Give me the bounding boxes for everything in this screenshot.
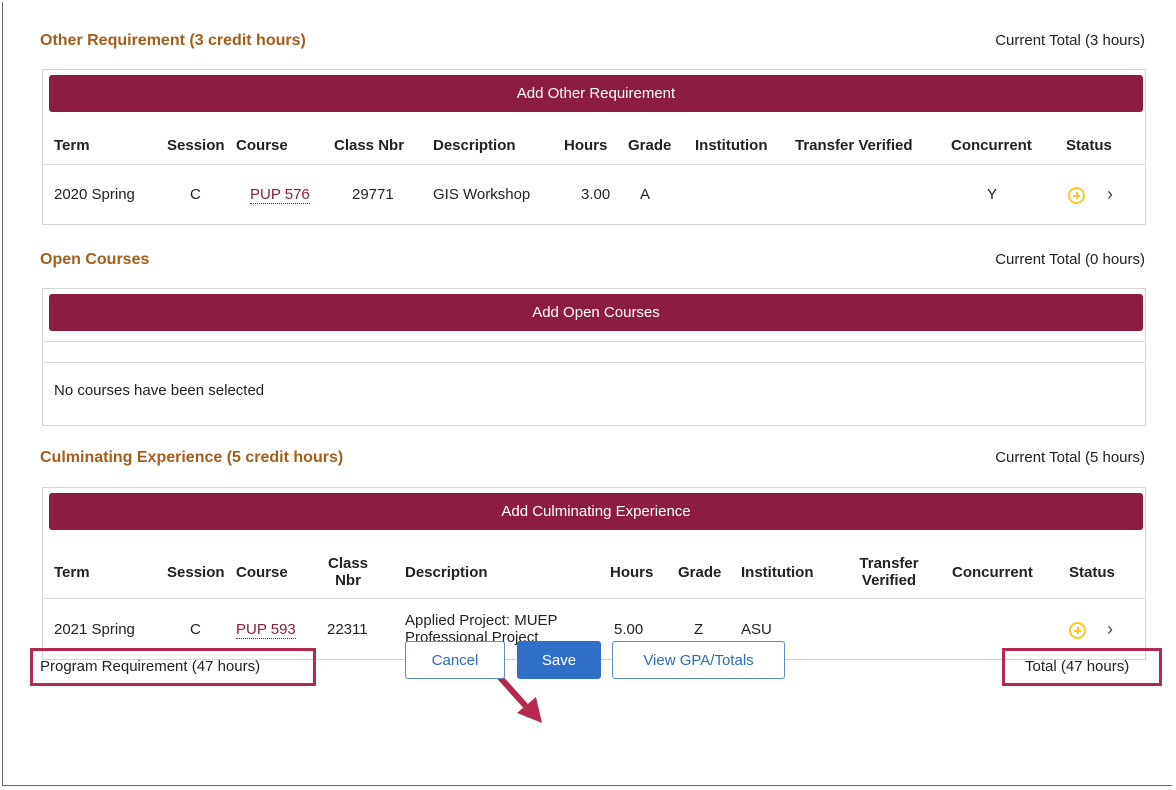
col-header-hours: Hours: [564, 137, 608, 154]
col-header-hours: Hours: [610, 564, 654, 581]
col-header-course: Course: [236, 564, 288, 581]
cell-hours: 3.00: [581, 186, 611, 203]
view-gpa-totals-button[interactable]: View GPA/Totals: [612, 641, 785, 679]
program-requirement-total: Program Requirement (47 hours): [40, 658, 261, 675]
col-header-concurrent: Concurrent: [951, 137, 1032, 154]
header-line: Verified: [861, 572, 917, 589]
col-header-status: Status: [1069, 564, 1115, 581]
cell-class-nbr: 22311: [327, 621, 368, 638]
other-requirement-header: Other Requirement (3 credit hours) Curre…: [40, 32, 1145, 54]
col-header-institution: Institution: [741, 564, 814, 581]
add-open-courses-button[interactable]: Add Open Courses: [49, 294, 1143, 331]
section-current-total: Current Total (5 hours): [995, 449, 1145, 466]
col-header-description: Description: [433, 137, 516, 154]
empty-message: No courses have been selected: [54, 382, 265, 399]
section-current-total: Current Total (0 hours): [995, 251, 1145, 268]
course-link[interactable]: PUP 593: [236, 621, 296, 639]
add-status-icon[interactable]: [1068, 187, 1085, 204]
col-header-grade: Grade: [628, 137, 672, 154]
header-line: Transfer: [859, 555, 919, 572]
cell-session: C: [190, 621, 201, 638]
col-header-class-nbr: Class Nbr: [334, 137, 405, 154]
col-header-description: Description: [405, 564, 488, 581]
cell-grade: Z: [694, 621, 704, 638]
section-title: Culminating Experience (5 credit hours): [40, 449, 344, 466]
cell-term: 2020 Spring: [54, 186, 135, 203]
col-header-term: Term: [54, 137, 90, 154]
cell-grade: A: [640, 186, 651, 203]
col-header-institution: Institution: [695, 137, 768, 154]
col-header-term: Term: [54, 564, 90, 581]
col-header-session: Session: [167, 137, 225, 154]
section-current-total: Current Total (3 hours): [995, 32, 1145, 49]
cell-session: C: [190, 186, 201, 203]
cell-description: GIS Workshop: [433, 186, 531, 203]
open-courses-table: Add Open Courses No courses have been se…: [42, 288, 1146, 426]
cell-class-nbr: 29771: [352, 186, 394, 203]
grand-total: Total (47 hours): [1025, 658, 1130, 675]
description-line: Applied Project: MUEP: [405, 612, 558, 629]
divider: [43, 598, 1145, 599]
save-button[interactable]: Save: [517, 641, 601, 679]
chevron-right-icon[interactable]: ›: [1107, 184, 1113, 205]
col-header-concurrent: Concurrent: [952, 564, 1033, 581]
cell-institution: ASU: [741, 621, 772, 638]
add-status-icon[interactable]: [1069, 622, 1086, 639]
add-culminating-experience-button[interactable]: Add Culminating Experience: [49, 493, 1143, 530]
cell-hours: 5.00: [614, 621, 644, 638]
course-link[interactable]: PUP 576: [250, 186, 310, 204]
header-line: Class: [328, 555, 369, 572]
col-header-course: Course: [236, 137, 288, 154]
divider: [43, 341, 1145, 342]
open-courses-header: Open Courses Current Total (0 hours): [40, 251, 1145, 273]
col-header-session: Session: [167, 564, 225, 581]
section-title: Other Requirement (3 credit hours): [40, 32, 306, 49]
cell-term: 2021 Spring: [54, 621, 135, 638]
add-other-requirement-button[interactable]: Add Other Requirement: [49, 75, 1143, 112]
cancel-button[interactable]: Cancel: [405, 641, 505, 679]
header-line: Nbr: [335, 572, 361, 589]
chevron-right-icon[interactable]: ›: [1107, 619, 1113, 640]
cell-concurrent: Y: [987, 186, 998, 203]
divider: [43, 164, 1145, 165]
section-title: Open Courses: [40, 251, 150, 268]
col-header-class-nbr: Class Nbr: [328, 555, 368, 589]
culminating-experience-header: Culminating Experience (5 credit hours) …: [40, 449, 1145, 471]
col-header-transfer-verified: Transfer Verified: [855, 555, 923, 589]
col-header-grade: Grade: [678, 564, 722, 581]
culminating-experience-table: Add Culminating Experience Term Session …: [42, 487, 1146, 660]
other-requirement-table: Add Other Requirement Term Session Cours…: [42, 69, 1146, 225]
col-header-transfer-verified: Transfer Verified: [795, 137, 913, 154]
divider: [43, 362, 1145, 363]
col-header-status: Status: [1066, 137, 1112, 154]
